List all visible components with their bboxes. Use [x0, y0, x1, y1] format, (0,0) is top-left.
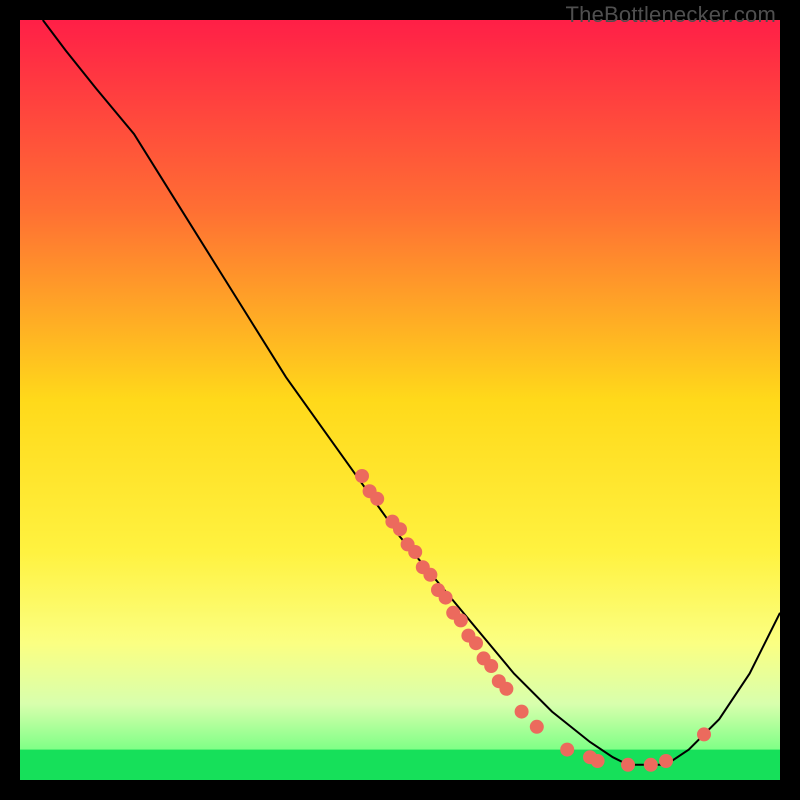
sample-point — [515, 705, 529, 719]
sample-point — [469, 636, 483, 650]
sample-point — [499, 682, 513, 696]
sample-point — [644, 758, 658, 772]
sample-point — [530, 720, 544, 734]
sample-point — [591, 754, 605, 768]
sample-point — [659, 754, 673, 768]
sample-point — [697, 727, 711, 741]
sample-point — [560, 743, 574, 757]
sample-point — [370, 492, 384, 506]
sample-point — [484, 659, 498, 673]
sample-point — [423, 568, 437, 582]
chart-svg — [20, 20, 780, 780]
sample-point — [355, 469, 369, 483]
sample-point — [408, 545, 422, 559]
sample-point — [621, 758, 635, 772]
sample-point — [393, 522, 407, 536]
chart-frame — [20, 20, 780, 780]
sample-point — [439, 591, 453, 605]
sample-point — [454, 613, 468, 627]
